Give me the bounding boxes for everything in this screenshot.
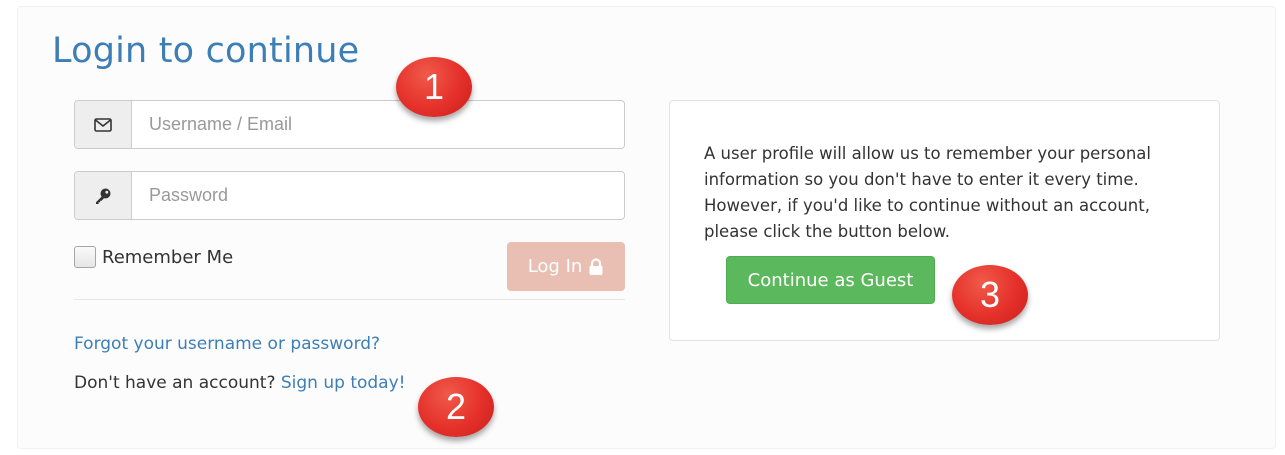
password-addon [75, 172, 132, 219]
remember-me-checkbox[interactable] [74, 246, 96, 268]
envelope-icon [94, 117, 112, 132]
annotation-badge-2: 2 [418, 377, 494, 437]
guest-description: A user profile will allow us to remember… [704, 144, 1151, 241]
login-button[interactable]: Log In [507, 242, 625, 291]
login-button-label: Log In [527, 256, 583, 277]
key-icon [96, 188, 111, 204]
form-divider [74, 299, 625, 300]
password-input-group [74, 171, 625, 220]
page-title: Login to continue [52, 31, 360, 71]
continue-as-guest-button[interactable]: Continue as Guest [726, 256, 935, 304]
forgot-credentials-link[interactable]: Forgot your username or password? [74, 334, 380, 354]
signup-link[interactable]: Sign up today! [281, 373, 406, 393]
annotation-badge-1: 1 [396, 57, 472, 117]
guest-panel: A user profile will allow us to remember… [669, 100, 1220, 341]
annotation-badge-3: 3 [952, 265, 1028, 325]
remember-me-label[interactable]: Remember Me [102, 247, 233, 268]
lock-icon [589, 257, 603, 275]
username-addon [75, 101, 132, 148]
username-input-group [74, 100, 625, 149]
username-input[interactable] [132, 101, 624, 148]
signup-line: Don't have an account? Sign up today! [74, 373, 405, 393]
signup-prompt: Don't have an account? [74, 373, 276, 393]
password-input[interactable] [132, 172, 624, 219]
login-page: Login to continue Remember Me Log In [0, 0, 1285, 455]
remember-me[interactable]: Remember Me [74, 246, 233, 268]
